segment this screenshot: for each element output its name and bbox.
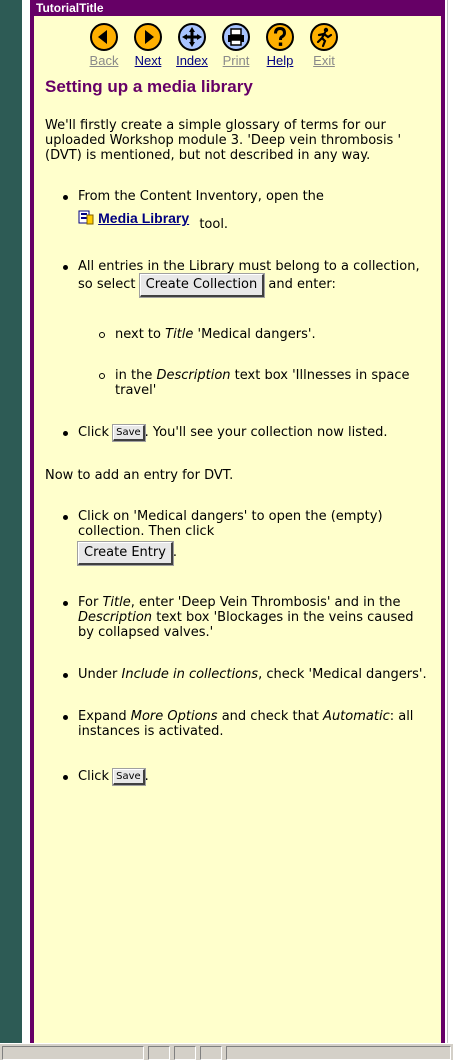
create-entry-button[interactable]: Create Entry <box>77 541 174 566</box>
substep-title: next to Title 'Medical dangers'. <box>45 327 431 342</box>
create-collection-button[interactable]: Create Collection <box>138 273 266 298</box>
step-save-collection: Click Save. You'll see your collection n… <box>45 424 431 442</box>
next-icon <box>134 23 162 51</box>
media-library-link-wrap: Media Library <box>78 209 189 227</box>
entry-intro-paragraph: Now to add an entry for DVT. <box>45 468 234 483</box>
step-more-options: Expand More Options and check that Autom… <box>45 709 431 739</box>
tutorial-panel: TutorialTitle Back Next Index Print Help… <box>30 0 445 1043</box>
media-library-link[interactable]: Media Library <box>98 210 189 226</box>
status-cell-3 <box>174 1046 196 1060</box>
status-cell-zone <box>226 1046 451 1060</box>
nav-toolbar: Back Next Index Print Help Exit <box>34 16 441 68</box>
steps-list-1: From the Content Inventory, open the Med… <box>45 189 431 442</box>
index-button[interactable]: Index <box>172 22 212 68</box>
status-bar <box>0 1043 453 1060</box>
print-label: Print <box>222 53 250 68</box>
help-label: Help <box>266 53 294 68</box>
next-label: Next <box>134 53 162 68</box>
media-library-icon <box>78 210 94 225</box>
step-create-collection: All entries in the Library must belong t… <box>45 259 431 298</box>
tutorial-content: Setting up a media library We'll firstly… <box>34 77 441 786</box>
left-frame-stripe <box>0 0 22 1059</box>
steps-list-2: Click on 'Medical dangers' to open the (… <box>45 509 431 786</box>
intro-paragraph: We'll firstly create a simple glossary o… <box>45 118 402 163</box>
substep-description: in the Description text box 'Illnesses i… <box>45 368 431 398</box>
status-cell-4 <box>200 1046 222 1060</box>
step-save-entry: Click Save. <box>45 768 431 786</box>
exit-label: Exit <box>313 53 335 68</box>
page-title: Setting up a media library <box>45 77 253 96</box>
back-button[interactable]: Back <box>84 22 124 68</box>
index-label: Index <box>176 53 208 68</box>
back-label: Back <box>89 53 119 68</box>
status-cell-main <box>2 1046 144 1060</box>
print-icon <box>222 23 250 51</box>
print-button[interactable]: Print <box>216 22 256 68</box>
exit-button[interactable]: Exit <box>304 22 344 68</box>
save-button[interactable]: Save <box>112 424 146 442</box>
step-open-collection: Click on 'Medical dangers' to open the (… <box>45 509 431 566</box>
back-icon <box>90 23 118 51</box>
step-include-collections: Under Include in collections, check 'Med… <box>45 667 431 682</box>
status-cell-2 <box>148 1046 170 1060</box>
step1-post: tool. <box>199 217 229 232</box>
step2-post: and enter: <box>268 277 336 292</box>
window-title: TutorialTitle <box>34 0 441 16</box>
step-enter-title: For Title, enter 'Deep Vein Thrombosis' … <box>45 595 431 640</box>
right-scroll-edge <box>447 0 453 1043</box>
step-open-media-library: From the Content Inventory, open the Med… <box>45 189 431 232</box>
exit-icon <box>310 23 338 51</box>
index-icon <box>178 23 206 51</box>
help-icon <box>266 23 294 51</box>
next-button[interactable]: Next <box>128 22 168 68</box>
save-entry-button[interactable]: Save <box>112 768 146 786</box>
help-button[interactable]: Help <box>260 22 300 68</box>
frame-gap <box>22 0 30 1059</box>
step1-text: From the Content Inventory, open the <box>78 189 324 204</box>
